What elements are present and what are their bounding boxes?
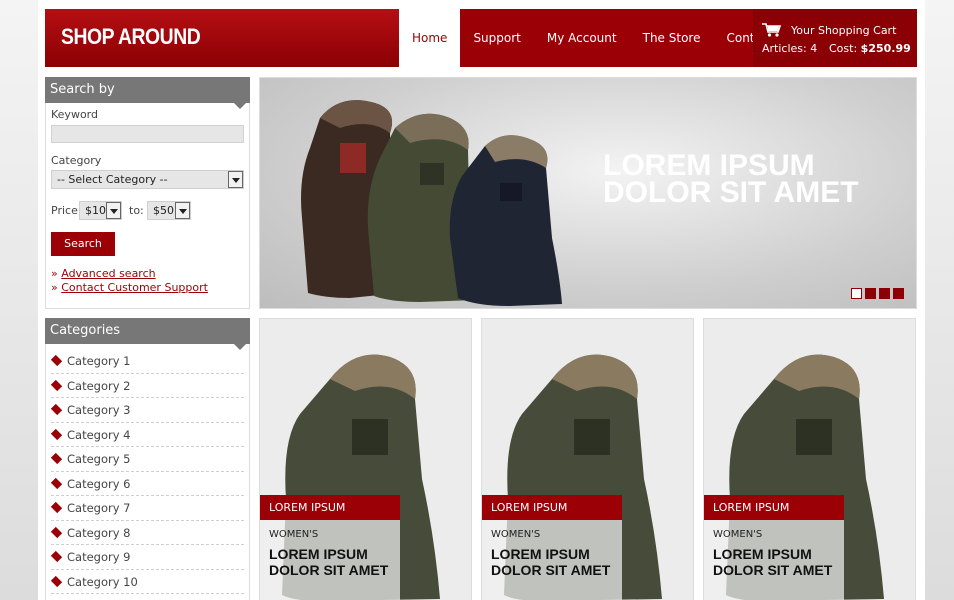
- product-card[interactable]: LOREM IPSUM WOMEN'S LOREM IPSUM DOLOR SI…: [259, 318, 472, 600]
- category-item[interactable]: Category 2: [50, 374, 244, 398]
- chevron-down-icon[interactable]: [106, 202, 121, 219]
- cart-cost-label: Cost:: [829, 42, 858, 55]
- categories-heading: Categories: [45, 318, 250, 350]
- category-item-label[interactable]: Category 4: [67, 428, 131, 442]
- product-info: WOMEN'S LOREM IPSUM DOLOR SIT AMET: [482, 520, 622, 600]
- category-item-label[interactable]: Category 2: [67, 379, 131, 393]
- category-select[interactable]: -- Select Category --: [51, 170, 244, 189]
- nav-my-account[interactable]: My Account: [533, 9, 630, 67]
- tag-icon: [50, 501, 63, 514]
- cart-articles: Articles: 4: [762, 42, 818, 55]
- search-panel: Search by Keyword Category -- Select Cat…: [45, 77, 250, 309]
- product-tag: LOREM IPSUM: [704, 495, 844, 520]
- product-card[interactable]: LOREM IPSUM WOMEN'S LOREM IPSUM DOLOR SI…: [481, 318, 694, 600]
- slider-dot[interactable]: [893, 288, 904, 299]
- category-item[interactable]: Category 9: [50, 545, 244, 570]
- shopping-cart[interactable]: Your Shopping Cart Articles: 4 Cost: $25…: [753, 9, 917, 67]
- product-category: WOMEN'S: [491, 529, 541, 540]
- nav-the-store[interactable]: The Store: [629, 9, 714, 67]
- tag-icon: [50, 477, 63, 489]
- keyword-input[interactable]: [51, 125, 244, 143]
- category-item-label[interactable]: Category 9: [67, 550, 131, 564]
- category-item[interactable]: Category 4: [50, 423, 244, 447]
- slide-title: LOREM IPSUM DOLOR SIT AMET: [603, 149, 859, 209]
- keyword-label: Keyword: [51, 108, 98, 121]
- slider-dot[interactable]: [851, 288, 862, 299]
- category-item[interactable]: Category 7: [50, 496, 244, 521]
- search-heading: Search by: [45, 77, 250, 109]
- category-item-label[interactable]: Category 1: [67, 354, 131, 368]
- tag-icon: [50, 403, 63, 416]
- slider-dot[interactable]: [879, 288, 890, 299]
- product-name[interactable]: LOREM IPSUM DOLOR SIT AMET: [269, 546, 391, 578]
- category-item[interactable]: Category 5: [50, 447, 244, 472]
- tag-icon: [50, 452, 63, 465]
- price-to-label: to:: [129, 204, 144, 217]
- category-item[interactable]: Category 10: [50, 570, 244, 594]
- categories-panel: Categories Category 1 Category 2 Categor…: [45, 318, 250, 600]
- tag-icon: [50, 428, 63, 440]
- hero-slider[interactable]: LOREM IPSUM DOLOR SIT AMET: [259, 77, 917, 309]
- chevron-down-icon[interactable]: [228, 171, 243, 188]
- tag-icon: [50, 550, 63, 563]
- product-category: WOMEN'S: [269, 529, 319, 540]
- cart-cost: Cost: $250.99: [829, 42, 911, 55]
- cart-title: Your Shopping Cart: [791, 24, 897, 37]
- category-item-label[interactable]: Category 6: [67, 477, 131, 491]
- jackets-image: [301, 100, 562, 306]
- tag-icon: [50, 354, 63, 367]
- product-info: WOMEN'S LOREM IPSUM DOLOR SIT AMET: [260, 520, 400, 600]
- contact-support-link[interactable]: » Contact Customer Support: [51, 281, 208, 294]
- shopping-cart-icon: [762, 23, 782, 37]
- price-to-select[interactable]: $50: [147, 201, 191, 220]
- nav-home[interactable]: Home: [399, 9, 461, 67]
- product-tag: LOREM IPSUM: [260, 495, 400, 520]
- price-label: Price: [51, 204, 78, 217]
- category-item-label[interactable]: Category 7: [67, 501, 131, 515]
- advanced-search-link[interactable]: » Advanced search: [51, 267, 156, 280]
- product-card[interactable]: LOREM IPSUM WOMEN'S LOREM IPSUM DOLOR SI…: [703, 318, 916, 600]
- page: SHOP AROUND Home Support My Account The …: [38, 0, 925, 600]
- price-from-value: $10: [85, 204, 106, 217]
- category-item[interactable]: Category 3: [50, 398, 244, 423]
- product-info: WOMEN'S LOREM IPSUM DOLOR SIT AMET: [704, 520, 844, 600]
- cart-cost-value: $250.99: [860, 42, 911, 55]
- price-to-value: $50: [153, 204, 174, 217]
- chevron-down-icon[interactable]: [175, 202, 190, 219]
- category-item-label[interactable]: Category 10: [67, 575, 138, 589]
- category-item[interactable]: Category 8: [50, 521, 244, 545]
- category-item-label[interactable]: Category 5: [67, 452, 131, 466]
- category-item-label[interactable]: Category 3: [67, 403, 131, 417]
- main-nav: Home Support My Account The Store Contac…: [399, 9, 787, 67]
- logo-bar[interactable]: SHOP AROUND: [45, 9, 399, 67]
- category-item[interactable]: Category 1: [50, 349, 244, 374]
- search-button[interactable]: Search: [51, 232, 115, 256]
- product-name[interactable]: LOREM IPSUM DOLOR SIT AMET: [713, 546, 835, 578]
- product-category: WOMEN'S: [713, 529, 763, 540]
- category-select-value: -- Select Category --: [57, 173, 168, 186]
- tag-icon: [50, 526, 63, 538]
- slider-dot[interactable]: [865, 288, 876, 299]
- category-item[interactable]: Category 6: [50, 472, 244, 496]
- nav-support[interactable]: Support: [460, 9, 534, 67]
- advanced-search-link-text[interactable]: Advanced search: [61, 267, 155, 280]
- site-logo[interactable]: SHOP AROUND: [61, 24, 201, 50]
- tag-icon: [50, 575, 63, 587]
- contact-support-link-text[interactable]: Contact Customer Support: [61, 281, 208, 294]
- category-list: Category 1 Category 2 Category 3 Categor…: [50, 349, 244, 594]
- product-tag: LOREM IPSUM: [482, 495, 622, 520]
- category-item-label[interactable]: Category 8: [67, 526, 131, 540]
- product-name[interactable]: LOREM IPSUM DOLOR SIT AMET: [491, 546, 613, 578]
- price-from-select[interactable]: $10: [79, 201, 122, 220]
- category-label: Category: [51, 154, 102, 167]
- tag-icon: [50, 379, 63, 391]
- slider-pagination: [851, 288, 904, 299]
